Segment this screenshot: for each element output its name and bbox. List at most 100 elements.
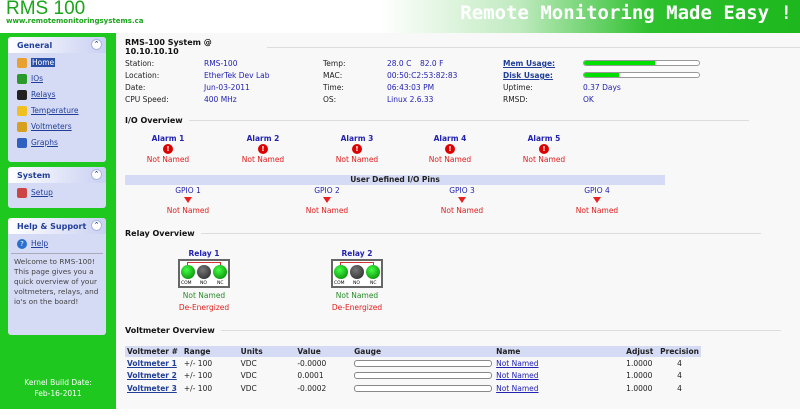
panel-title: Help & Support [17, 222, 87, 231]
io-icon [17, 73, 27, 84]
alarm-name: Alarm 5 [527, 134, 561, 143]
panel-title: System [17, 171, 51, 180]
voltmeter-name-link[interactable]: Not Named [496, 371, 538, 380]
temp-f-value: 82.0 F [420, 59, 444, 68]
disk-usage-bar [583, 72, 700, 78]
voltmeter-overview-title: Voltmeter Overview [125, 326, 781, 335]
voltmeter-name-link[interactable]: Not Named [496, 384, 538, 393]
voltmeter-icon [17, 121, 27, 132]
sidebar-item-relays[interactable]: Relays [8, 85, 106, 101]
collapse-icon[interactable]: ⌃ [91, 39, 102, 50]
alarm-name: Alarm 4 [433, 134, 467, 143]
column-header: Gauge [352, 346, 495, 357]
site-url[interactable]: www.remotemonitoringsystems.ca [6, 17, 143, 25]
gpio-name: GPIO 1 [175, 186, 201, 195]
nc-terminal-icon [213, 265, 227, 279]
value-cell: -0.0002 [297, 383, 327, 393]
temperature-icon [17, 105, 27, 116]
alarm-status: Not Named [428, 155, 472, 164]
column-header: Units [238, 346, 296, 357]
uptime-label: Uptime: [503, 83, 533, 92]
voltmeter-link[interactable]: Voltmeter 3 [127, 384, 177, 393]
voltmeter-gauge [354, 372, 493, 380]
table-row: Voltmeter 2 +/- 100 VDC 0.0001 Not Named 1.00… [125, 370, 701, 383]
voltmeter-link[interactable]: Voltmeter 2 [127, 371, 177, 380]
cpu-value: 400 MHz [204, 95, 237, 104]
location-value: EtherTek Dev Lab [204, 71, 270, 80]
disk-usage-link[interactable]: Disk Usage: [503, 71, 553, 80]
arrow-down-icon [593, 197, 601, 203]
relay-state: De-Energized [331, 303, 383, 312]
sidebar-item-help[interactable]: ? Help [8, 234, 106, 250]
terminal-label: COM [334, 281, 345, 286]
sidebar-item-voltmeters[interactable]: Voltmeters [8, 117, 106, 133]
sidebar-item-setup[interactable]: Setup [8, 183, 106, 199]
alarm-status: Not Named [146, 155, 190, 164]
collapse-icon[interactable]: ⌃ [91, 169, 102, 180]
adjust-cell: 1.0000 [626, 358, 653, 368]
terminal-label: NC [370, 281, 377, 286]
sidebar-item-ios[interactable]: IOs [8, 69, 106, 85]
table-row: Voltmeter 3 +/- 100 VDC -0.0002 Not Named 1.0… [125, 382, 701, 395]
gpio-item: GPIO 1 Not Named [143, 186, 233, 215]
build-info: Kernel Build Date: Feb-16-2011 Root FS B… [0, 377, 116, 419]
help-icon: ? [17, 238, 27, 249]
alarm-status: Not Named [241, 155, 285, 164]
gpio-name: GPIO 2 [314, 186, 340, 195]
banner-slogan: Remote Monitoring Made Easy ! [460, 2, 792, 24]
relay-item: Relay 2 COM NO NC Not Named De-Energized [312, 249, 402, 312]
system-panel: System ⌃ Setup [8, 167, 106, 208]
alarm-item: Alarm 1! Not Named [123, 134, 213, 164]
alarm-item: Alarm 4! Not Named [405, 134, 495, 164]
main-content: RMS-100 System @ 10.10.10.10 Station: RM… [116, 33, 800, 409]
table-row: Voltmeter 1 +/- 100 VDC -0.0000 Not Named 1.0… [125, 357, 701, 370]
com-terminal-icon [181, 265, 195, 279]
help-text: Welcome to RMS-100! This page gives you … [11, 253, 103, 310]
alarm-item: Alarm 2! Not Named [218, 134, 308, 164]
relay-diagram[interactable]: COM NO NC [331, 259, 383, 288]
gpio-name: GPIO 3 [449, 186, 475, 195]
gpio-status: Not Named [575, 206, 619, 215]
alarm-name: Alarm 3 [340, 134, 374, 143]
voltmeter-link[interactable]: Voltmeter 1 [127, 359, 177, 368]
user-defined-pins-header: User Defined I/O Pins [125, 175, 665, 185]
sidebar: General ⌃ Home IOs Relays Temperature Voltmet… [0, 33, 116, 418]
relay-overview-title: Relay Overview [125, 229, 761, 238]
station-value: RMS-100 [204, 59, 238, 68]
column-header: Value [295, 346, 353, 357]
alarm-name: Alarm 2 [246, 134, 280, 143]
relay-label: Not Named [182, 291, 226, 300]
rootfs-build: Root FS Build: 236 [23, 409, 93, 418]
sidebar-item-graphs[interactable]: Graphs [8, 133, 106, 149]
os-label: OS: [323, 95, 337, 104]
collapse-icon[interactable]: ⌃ [91, 220, 102, 231]
gpio-status: Not Named [440, 206, 484, 215]
panel-title: General [17, 41, 53, 50]
alarm-status: Not Named [335, 155, 379, 164]
general-panel: General ⌃ Home IOs Relays Temperature Voltmet… [8, 37, 106, 162]
kernel-label: Kernel Build Date: [24, 378, 92, 387]
com-terminal-icon [334, 265, 348, 279]
date-value: Jun-03-2011 [204, 83, 250, 92]
header: RMS 100 www.remotemonitoringsystems.ca R… [0, 0, 800, 33]
relay-item: Relay 1 COM NO NC Not Named De-Energized [159, 249, 249, 312]
relay-diagram[interactable]: COM NO NC [178, 259, 230, 288]
alarm-icon: ! [445, 144, 455, 154]
date-label: Date: [125, 83, 146, 92]
sidebar-item-home[interactable]: Home [8, 53, 106, 69]
voltmeter-name-link[interactable]: Not Named [496, 359, 538, 368]
mem-usage-link[interactable]: Mem Usage: [503, 59, 555, 68]
precision-cell: 4 [677, 383, 682, 393]
temp-label: Temp: [323, 59, 346, 68]
alarm-status: Not Named [522, 155, 566, 164]
relay-name: Relay 1 [188, 249, 220, 258]
graph-icon [17, 137, 27, 148]
sidebar-item-temperature[interactable]: Temperature [8, 101, 106, 117]
range-cell: +/- 100 [183, 383, 213, 393]
relay-icon [17, 89, 27, 100]
help-panel: Help & Support ⌃ ? Help Welcome to RMS-100… [8, 218, 106, 335]
alarm-name: Alarm 1 [151, 134, 185, 143]
relay-name: Relay 2 [341, 249, 373, 258]
column-header: Adjust [624, 346, 659, 357]
arrow-down-icon [458, 197, 466, 203]
